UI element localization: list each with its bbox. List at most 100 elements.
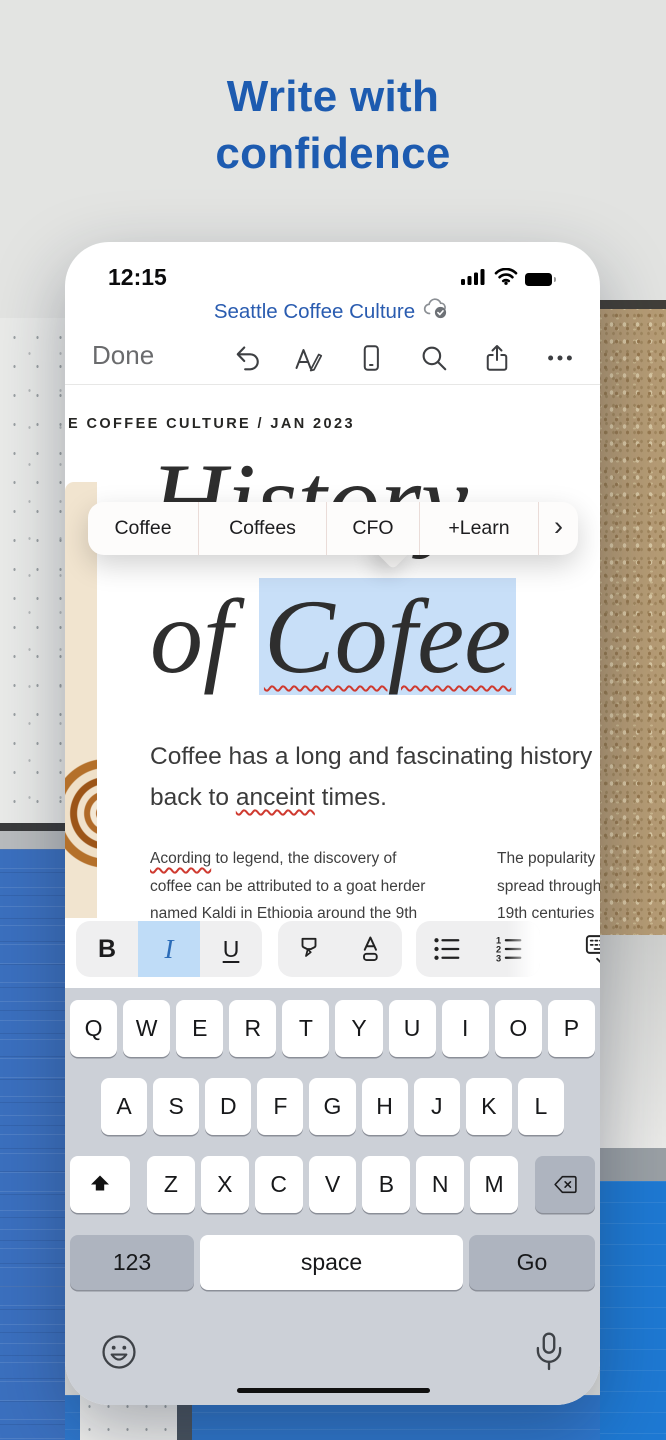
intro-line1: Coffee has a long and fascinating histor… (150, 736, 592, 777)
dictation-icon[interactable] (529, 1330, 569, 1374)
key-b[interactable]: B (362, 1156, 410, 1213)
key-g[interactable]: G (309, 1078, 355, 1135)
background-ledge-line-left (0, 823, 65, 831)
key-a[interactable]: A (101, 1078, 147, 1135)
selected-misspelled-word[interactable]: Cofee (259, 578, 516, 695)
color-group (278, 921, 402, 977)
more-icon[interactable] (544, 342, 576, 374)
column-left-line1-rest: to legend, the discovery of (211, 850, 396, 867)
document-canvas[interactable]: E COFFEE CULTURE / JAN 2023 History of C… (65, 386, 600, 918)
heading-prefix: of (150, 578, 259, 695)
column-right: The popularity spread through 19th centu… (497, 845, 600, 918)
key-q[interactable]: Q (70, 1000, 117, 1057)
keyboard-row4: 123 space Go (65, 1235, 600, 1290)
document-title[interactable]: Seattle Coffee Culture (214, 300, 415, 324)
key-l[interactable]: L (518, 1078, 564, 1135)
key-f[interactable]: F (257, 1078, 303, 1135)
key-n[interactable]: N (416, 1156, 464, 1213)
suggestion-more-chevron-icon[interactable]: › (539, 502, 578, 555)
key-w[interactable]: W (123, 1000, 170, 1057)
highlight-icon[interactable] (278, 921, 340, 977)
italic-button-active[interactable]: I (138, 921, 200, 977)
key-y[interactable]: Y (335, 1000, 382, 1057)
suggestion-coffee[interactable]: Coffee (88, 502, 198, 555)
column-left-line3: named Kaldi in Ethiopia around the 9th (150, 900, 425, 918)
key-r[interactable]: R (229, 1000, 276, 1057)
background-cork-board (600, 309, 666, 935)
bullet-list-icon[interactable] (416, 921, 478, 977)
key-i[interactable]: I (442, 1000, 489, 1057)
column-right-line3: 19th centuries (497, 900, 600, 918)
intro-misspelled-word: anceint (236, 784, 315, 811)
document-kicker: E COFFEE CULTURE / JAN 2023 (68, 416, 355, 432)
underline-button[interactable]: U (200, 921, 262, 977)
background-ledge-left (0, 831, 65, 849)
search-icon[interactable] (418, 342, 450, 374)
status-time: 12:15 (108, 264, 167, 291)
column-misspelled-word: Acording (150, 850, 211, 867)
font-color-icon[interactable] (340, 921, 402, 977)
keyboard-row1: QWERTYUIOP (65, 1000, 600, 1057)
background-cork-frame (600, 300, 666, 309)
mobile-view-icon[interactable] (355, 342, 387, 374)
intro-line2-prefix: back to (150, 784, 236, 811)
shift-key[interactable] (70, 1156, 130, 1213)
column-left: Acording to legend, the discovery of cof… (150, 845, 425, 918)
background-whiteboard-left (0, 318, 65, 823)
italic-label: I (165, 934, 174, 965)
go-key[interactable]: Go (469, 1235, 595, 1290)
column-left-line2: coffee can be attributed to a goat herde… (150, 873, 425, 901)
phone-mockup: 12:15 Seattle (65, 242, 600, 1405)
space-key[interactable]: space (200, 1235, 463, 1290)
svg-text:3: 3 (496, 954, 501, 964)
key-o[interactable]: O (495, 1000, 542, 1057)
key-d[interactable]: D (205, 1078, 251, 1135)
title-bar: Seattle Coffee Culture (65, 297, 600, 326)
status-icons (461, 268, 552, 290)
key-t[interactable]: T (282, 1000, 329, 1057)
share-icon[interactable] (481, 342, 513, 374)
hero-headline: Write with confidence (0, 68, 666, 182)
done-button[interactable]: Done (92, 340, 154, 371)
list-group: 1 2 3 (416, 921, 540, 977)
bold-button[interactable]: B (76, 921, 138, 977)
key-c[interactable]: C (255, 1156, 303, 1213)
suggestion-cfo[interactable]: CFO (327, 502, 419, 555)
document-heading-line2: of Cofee (150, 584, 516, 690)
key-j[interactable]: J (414, 1078, 460, 1135)
key-u[interactable]: U (389, 1000, 436, 1057)
key-k[interactable]: K (466, 1078, 512, 1135)
key-p[interactable]: P (548, 1000, 595, 1057)
format-toolbar: B I U (65, 918, 600, 988)
cloud-saved-icon (422, 297, 451, 326)
suggestion-learn[interactable]: +Learn (420, 502, 538, 555)
intro-line2-suffix: times. (315, 784, 387, 811)
battery-icon (525, 273, 552, 286)
undo-icon[interactable] (231, 342, 263, 374)
toolbar-scroll-fade (507, 921, 540, 977)
key-e[interactable]: E (176, 1000, 223, 1057)
key-m[interactable]: M (470, 1156, 518, 1213)
key-z[interactable]: Z (147, 1156, 195, 1213)
emoji-icon[interactable] (99, 1332, 139, 1372)
intro-line2: back to anceint times. (150, 777, 592, 818)
background-ledge-right (600, 1148, 666, 1181)
ink-editor-icon[interactable] (292, 342, 324, 374)
top-toolbar: Done (65, 334, 600, 382)
home-indicator[interactable] (237, 1388, 430, 1393)
key-x[interactable]: X (201, 1156, 249, 1213)
key-h[interactable]: H (362, 1078, 408, 1135)
numbers-key[interactable]: 123 (70, 1235, 194, 1290)
signal-bars-icon (461, 268, 487, 290)
backspace-key[interactable] (535, 1156, 595, 1213)
background-blue-tiles-left (0, 849, 65, 1440)
key-s[interactable]: S (153, 1078, 199, 1135)
text-style-group: B I U (76, 921, 262, 977)
key-v[interactable]: V (309, 1156, 357, 1213)
suggestion-coffees[interactable]: Coffees (199, 502, 326, 555)
keyboard-row3: ZXCVBNM (65, 1156, 600, 1213)
column-right-line2: spread through (497, 873, 600, 901)
dismiss-keyboard-icon[interactable] (573, 921, 600, 977)
background-wall-right (600, 935, 666, 1148)
column-right-line1: The popularity (497, 845, 600, 873)
